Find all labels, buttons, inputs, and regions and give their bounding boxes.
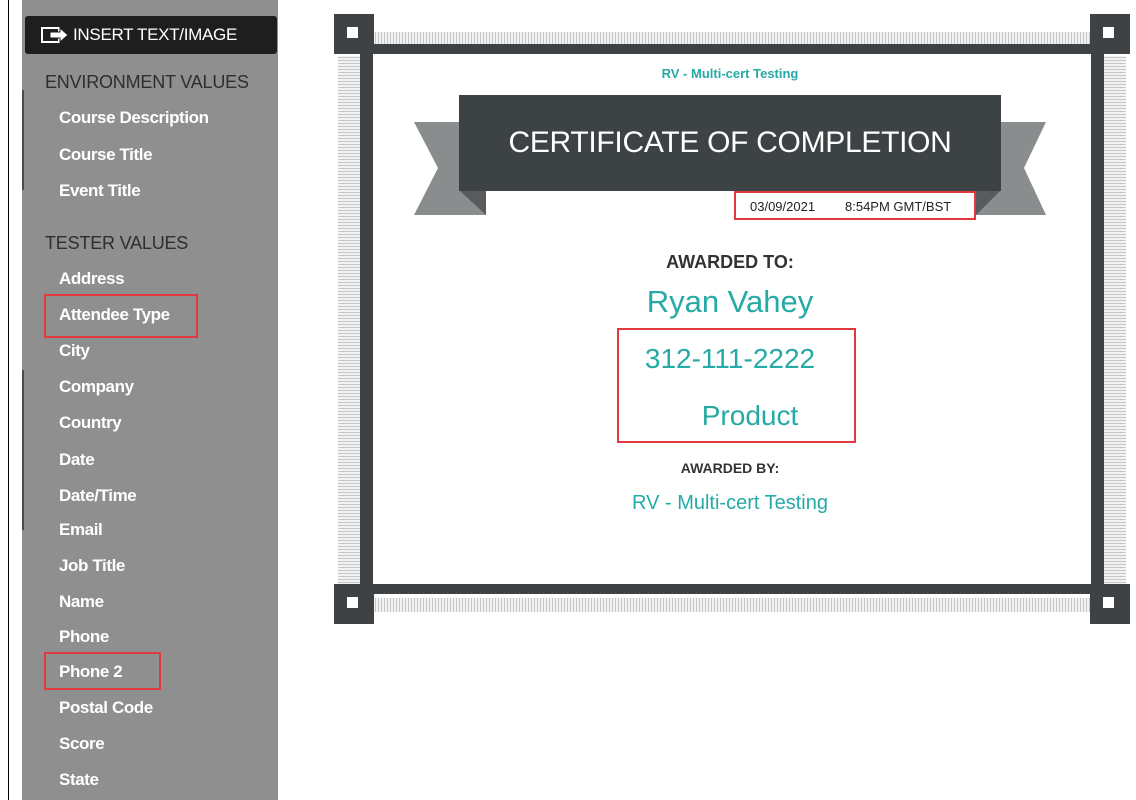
corner-dot bbox=[347, 27, 358, 38]
corner-dot bbox=[347, 597, 358, 608]
certificate-org-name: RV - Multi-cert Testing bbox=[661, 66, 799, 81]
frame-hatch-left bbox=[338, 56, 360, 586]
corner-dot bbox=[1103, 27, 1114, 38]
certificate bbox=[334, 14, 1130, 624]
sidebar-item-postal-code[interactable]: Postal Code bbox=[59, 698, 153, 718]
sidebar-item-state[interactable]: State bbox=[59, 770, 99, 790]
frame-hatch-right bbox=[1104, 56, 1126, 586]
awarded-by-value: RV - Multi-cert Testing bbox=[632, 492, 828, 514]
awarded-to-label: AWARDED TO: bbox=[666, 252, 794, 272]
certificate-title: CERTIFICATE OF COMPLETION bbox=[508, 126, 952, 159]
highlight-box-phone-product bbox=[617, 328, 856, 443]
recipient-name: Ryan Vahey bbox=[646, 284, 814, 319]
frame-hatch-top bbox=[373, 32, 1091, 44]
frame-hatch-bottom bbox=[373, 598, 1091, 612]
sidebar-item-score[interactable]: Score bbox=[59, 734, 105, 754]
frame-bar-top bbox=[360, 44, 1104, 54]
certificate-time: 8:54PM GMT/BST bbox=[845, 199, 952, 214]
highlight-box-phone-2 bbox=[44, 652, 161, 690]
corner-dot bbox=[1103, 597, 1114, 608]
frame-bar-left bbox=[360, 44, 373, 594]
awarded-by-label: AWARDED BY: bbox=[680, 460, 780, 476]
frame-bar-bottom bbox=[360, 584, 1104, 594]
frame-bar-right bbox=[1091, 44, 1104, 594]
certificate-date: 03/09/2021 bbox=[750, 199, 816, 214]
